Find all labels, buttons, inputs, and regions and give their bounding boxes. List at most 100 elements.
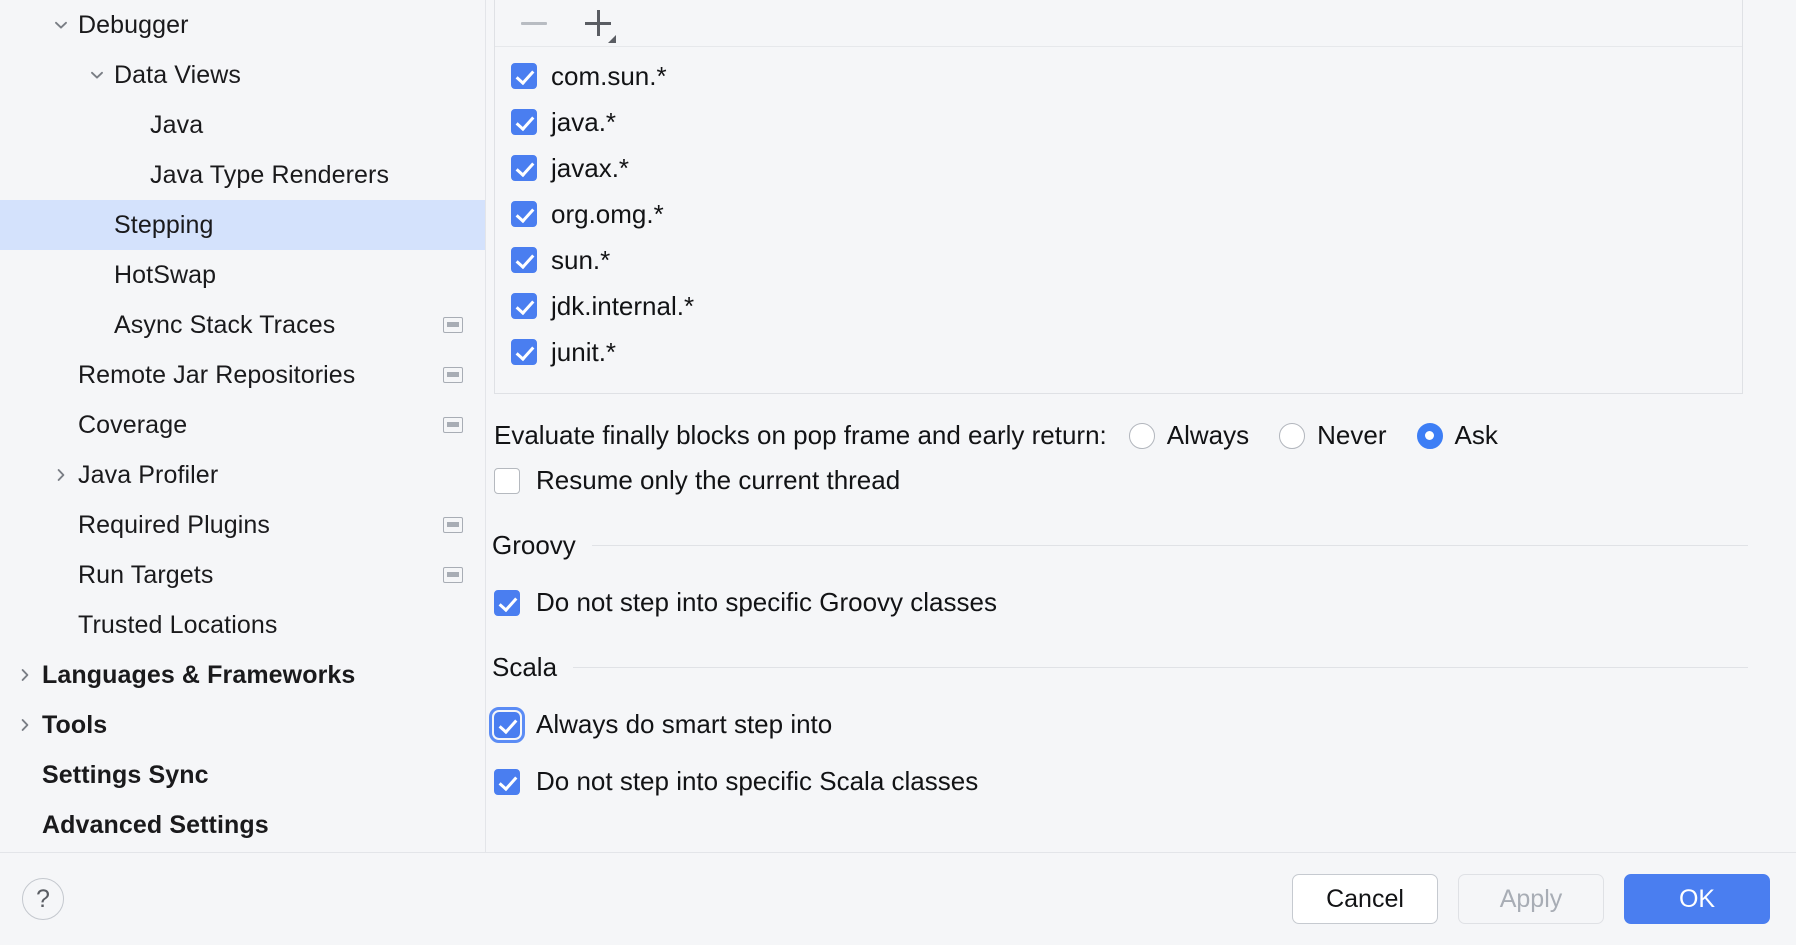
sidebar-item-tools[interactable]: Tools (0, 700, 485, 750)
evaluate-finally-radio-group[interactable]: Always Never Ask (1129, 420, 1514, 451)
class-filter-row[interactable]: sun.* (495, 237, 1742, 283)
sidebar-item-advanced-settings[interactable]: Advanced Settings (0, 800, 485, 850)
scala-smart-step-row[interactable]: Always do smart step into (494, 709, 1768, 740)
add-filter-button[interactable] (579, 4, 617, 42)
scala-section-title: Scala (492, 652, 557, 683)
resume-only-current-thread-row[interactable]: Resume only the current thread (494, 465, 1768, 496)
dialog-footer: ? Cancel Apply OK (0, 852, 1796, 945)
sidebar-item-required-plugins[interactable]: Required Plugins (0, 500, 485, 550)
class-filter-row[interactable]: java.* (495, 99, 1742, 145)
ok-button[interactable]: OK (1624, 874, 1770, 924)
radio-button[interactable] (1417, 423, 1443, 449)
radio-button[interactable] (1129, 423, 1155, 449)
apply-button[interactable]: Apply (1458, 874, 1604, 924)
class-filters-list[interactable]: com.sun.* java.* javax.* org.omg.* sun.* jdk.… (495, 47, 1742, 393)
class-filter-row[interactable]: javax.* (495, 145, 1742, 191)
class-filter-label: junit.* (551, 337, 616, 368)
sidebar-item-java-type-renderers[interactable]: Java Type Renderers (0, 150, 485, 200)
sidebar-item-label: Tools (42, 711, 107, 740)
settings-tree-sidebar[interactable]: Debugger Data Views Java Java Type Renderer… (0, 0, 486, 852)
class-filter-checkbox[interactable] (511, 293, 537, 319)
radio-label: Always (1167, 420, 1249, 451)
sidebar-item-stepping[interactable]: Stepping (0, 200, 485, 250)
chevron-right-icon[interactable] (44, 466, 78, 484)
project-level-setting-badge-icon (443, 517, 463, 533)
class-filter-checkbox[interactable] (511, 63, 537, 89)
class-filter-label: jdk.internal.* (551, 291, 694, 322)
stepping-settings-panel: com.sun.* java.* javax.* org.omg.* sun.* jdk.… (486, 0, 1796, 852)
sidebar-item-label: Stepping (114, 211, 214, 240)
class-filter-row[interactable]: com.sun.* (495, 53, 1742, 99)
class-filter-label: java.* (551, 107, 616, 138)
evaluate-finally-option-ask[interactable]: Ask (1417, 420, 1514, 451)
sidebar-item-trusted-locations[interactable]: Trusted Locations (0, 600, 485, 650)
sidebar-item-debugger[interactable]: Debugger (0, 0, 485, 50)
class-filter-checkbox[interactable] (511, 109, 537, 135)
sidebar-item-data-views[interactable]: Data Views (0, 50, 485, 100)
class-filters-panel: com.sun.* java.* javax.* org.omg.* sun.* jdk.… (494, 0, 1743, 394)
sidebar-item-label: Async Stack Traces (114, 311, 335, 340)
class-filter-row[interactable]: jdk.internal.* (495, 283, 1742, 329)
sidebar-item-label: Trusted Locations (78, 611, 278, 640)
dropdown-caret-icon (608, 35, 616, 43)
help-button[interactable]: ? (22, 878, 64, 920)
radio-label: Never (1317, 420, 1386, 451)
scala-do-not-step-label: Do not step into specific Scala classes (536, 766, 978, 797)
chevron-right-icon[interactable] (8, 716, 42, 734)
project-level-setting-badge-icon (443, 317, 463, 333)
scala-do-not-step-row[interactable]: Do not step into specific Scala classes (494, 766, 1768, 797)
sidebar-item-label: Settings Sync (42, 761, 209, 790)
sidebar-item-remote-jar-repositories[interactable]: Remote Jar Repositories (0, 350, 485, 400)
class-filter-row[interactable]: org.omg.* (495, 191, 1742, 237)
sidebar-item-run-targets[interactable]: Run Targets (0, 550, 485, 600)
cancel-button[interactable]: Cancel (1292, 874, 1438, 924)
settings-tree: Debugger Data Views Java Java Type Renderer… (0, 0, 485, 850)
sidebar-item-label: Debugger (78, 11, 189, 40)
groovy-do-not-step-row[interactable]: Do not step into specific Groovy classes (494, 587, 1768, 618)
section-divider (592, 545, 1748, 546)
class-filter-checkbox[interactable] (511, 339, 537, 365)
sidebar-item-coverage[interactable]: Coverage (0, 400, 485, 450)
class-filter-checkbox[interactable] (511, 201, 537, 227)
groovy-section-title: Groovy (492, 530, 576, 561)
chevron-down-icon[interactable] (80, 66, 114, 84)
class-filter-label: com.sun.* (551, 61, 667, 92)
project-level-setting-badge-icon (443, 417, 463, 433)
scala-section-header: Scala (492, 652, 1748, 683)
sidebar-item-label: Java (150, 111, 203, 140)
class-filter-checkbox[interactable] (511, 155, 537, 181)
project-level-setting-badge-icon (443, 367, 463, 383)
dialog-body: Debugger Data Views Java Java Type Renderer… (0, 0, 1796, 852)
remove-filter-button[interactable] (515, 4, 553, 42)
plus-icon (585, 10, 611, 36)
evaluate-finally-option-always[interactable]: Always (1129, 420, 1265, 451)
sidebar-item-hotswap[interactable]: HotSwap (0, 250, 485, 300)
class-filter-label: sun.* (551, 245, 610, 276)
resume-only-current-thread-checkbox[interactable] (494, 468, 520, 494)
sidebar-item-java-profiler[interactable]: Java Profiler (0, 450, 485, 500)
class-filter-checkbox[interactable] (511, 247, 537, 273)
sidebar-item-languages-frameworks[interactable]: Languages & Frameworks (0, 650, 485, 700)
question-mark-icon: ? (36, 885, 50, 914)
chevron-down-icon[interactable] (44, 16, 78, 34)
sidebar-item-label: Languages & Frameworks (42, 661, 355, 690)
sidebar-item-label: Java Type Renderers (150, 161, 389, 190)
sidebar-item-label: Java Profiler (78, 461, 218, 490)
sidebar-item-java[interactable]: Java (0, 100, 485, 150)
section-divider (573, 667, 1748, 668)
evaluate-finally-option-never[interactable]: Never (1279, 420, 1402, 451)
groovy-do-not-step-checkbox[interactable] (494, 590, 520, 616)
chevron-right-icon[interactable] (8, 666, 42, 684)
sidebar-item-label: Required Plugins (78, 511, 270, 540)
scala-always-smart-step-checkbox[interactable] (494, 712, 520, 738)
sidebar-item-async-stack-traces[interactable]: Async Stack Traces (0, 300, 485, 350)
sidebar-item-label: Data Views (114, 61, 241, 90)
settings-dialog: Debugger Data Views Java Java Type Renderer… (0, 0, 1796, 945)
class-filter-row[interactable]: junit.* (495, 329, 1742, 375)
groovy-section-header: Groovy (492, 530, 1748, 561)
scala-do-not-step-checkbox[interactable] (494, 769, 520, 795)
sidebar-item-settings-sync[interactable]: Settings Sync (0, 750, 485, 800)
radio-button[interactable] (1279, 423, 1305, 449)
sidebar-item-label: Coverage (78, 411, 187, 440)
class-filter-label: org.omg.* (551, 199, 664, 230)
